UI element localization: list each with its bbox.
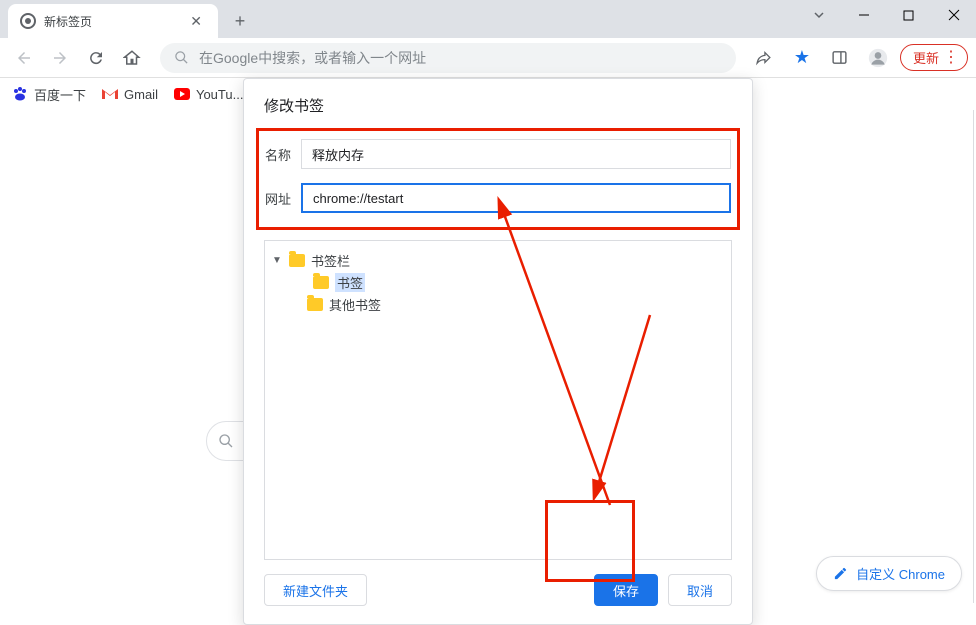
share-icon[interactable] <box>748 42 780 74</box>
browser-tab[interactable]: 新标签页 ✕ <box>8 4 218 38</box>
menu-dots-icon: ⋮ <box>943 50 959 66</box>
name-label: 名称 <box>265 145 301 164</box>
content-search-fragment <box>206 421 246 461</box>
window-controls <box>796 0 976 30</box>
gmail-icon <box>102 86 118 102</box>
tree-label: 书签栏 <box>311 251 350 270</box>
cancel-label: 取消 <box>687 581 713 600</box>
scrollbar-track[interactable] <box>973 110 974 603</box>
tree-item-bookmarks-bar[interactable]: ▼ 书签栏 <box>271 249 725 271</box>
back-button[interactable] <box>8 42 40 74</box>
fields-annotation-box: 名称 网址 <box>256 128 740 230</box>
toolbar: 在Google中搜索，或者输入一个网址 ★ 更新 ⋮ <box>0 38 976 78</box>
new-tab-button[interactable]: + <box>226 7 254 35</box>
bookmark-youtube[interactable]: YouTu... <box>174 86 243 102</box>
dialog-actions: 新建文件夹 保存 取消 <box>244 560 752 624</box>
url-field-row: 网址 <box>265 183 731 213</box>
close-window-button[interactable] <box>931 0 976 30</box>
name-field-row: 名称 <box>265 139 731 169</box>
folder-icon <box>289 254 305 267</box>
new-folder-button[interactable]: 新建文件夹 <box>264 574 367 606</box>
bookmark-folder-tree[interactable]: ▼ 书签栏 书签 其他书签 <box>264 240 732 560</box>
bookmark-label: YouTu... <box>196 87 243 102</box>
tab-title: 新标签页 <box>44 13 92 30</box>
minimize-button[interactable] <box>841 0 886 30</box>
bookmark-name-input[interactable] <box>301 139 731 169</box>
tree-label: 书签 <box>335 273 365 292</box>
titlebar: 新标签页 ✕ + <box>0 0 976 38</box>
tree-item-bookmarks[interactable]: 书签 <box>271 271 725 293</box>
chrome-tab-icon <box>20 13 36 29</box>
cancel-button[interactable]: 取消 <box>668 574 732 606</box>
side-panel-icon[interactable] <box>824 42 856 74</box>
save-label: 保存 <box>613 581 639 600</box>
customize-label: 自定义 Chrome <box>856 564 945 583</box>
caret-down-icon[interactable] <box>796 0 841 30</box>
bookmark-url-input[interactable] <box>301 183 731 213</box>
update-label: 更新 <box>913 48 939 67</box>
reload-button[interactable] <box>80 42 112 74</box>
youtube-icon <box>174 86 190 102</box>
tree-item-other-bookmarks[interactable]: 其他书签 <box>271 293 725 315</box>
folder-icon <box>313 276 329 289</box>
profile-avatar-icon[interactable] <box>862 42 894 74</box>
edit-bookmark-dialog: 修改书签 名称 网址 ▼ 书签栏 书签 <box>243 78 753 625</box>
home-button[interactable] <box>116 42 148 74</box>
omnibox[interactable]: 在Google中搜索，或者输入一个网址 <box>160 43 736 73</box>
bookmark-gmail[interactable]: Gmail <box>102 86 158 102</box>
bookmark-label: Gmail <box>124 87 158 102</box>
search-icon <box>174 50 189 65</box>
bookmark-label: 百度一下 <box>34 85 86 104</box>
caret-down-icon[interactable]: ▼ <box>271 255 283 266</box>
url-label: 网址 <box>265 189 301 208</box>
new-folder-label: 新建文件夹 <box>283 581 348 600</box>
customize-chrome-button[interactable]: 自定义 Chrome <box>816 556 962 591</box>
maximize-button[interactable] <box>886 0 931 30</box>
save-button[interactable]: 保存 <box>594 574 658 606</box>
dialog-title: 修改书签 <box>244 79 752 128</box>
toolbar-right: ★ 更新 ⋮ <box>748 42 968 74</box>
omnibox-placeholder: 在Google中搜索，或者输入一个网址 <box>199 48 426 68</box>
baidu-icon <box>12 86 28 102</box>
forward-button[interactable] <box>44 42 76 74</box>
close-tab-icon[interactable]: ✕ <box>186 11 206 32</box>
tree-label: 其他书签 <box>329 295 381 314</box>
update-button[interactable]: 更新 ⋮ <box>900 44 968 71</box>
pencil-icon <box>833 566 848 581</box>
folder-icon <box>307 298 323 311</box>
bookmark-baidu[interactable]: 百度一下 <box>12 85 86 104</box>
bookmark-star-icon[interactable]: ★ <box>786 42 818 74</box>
